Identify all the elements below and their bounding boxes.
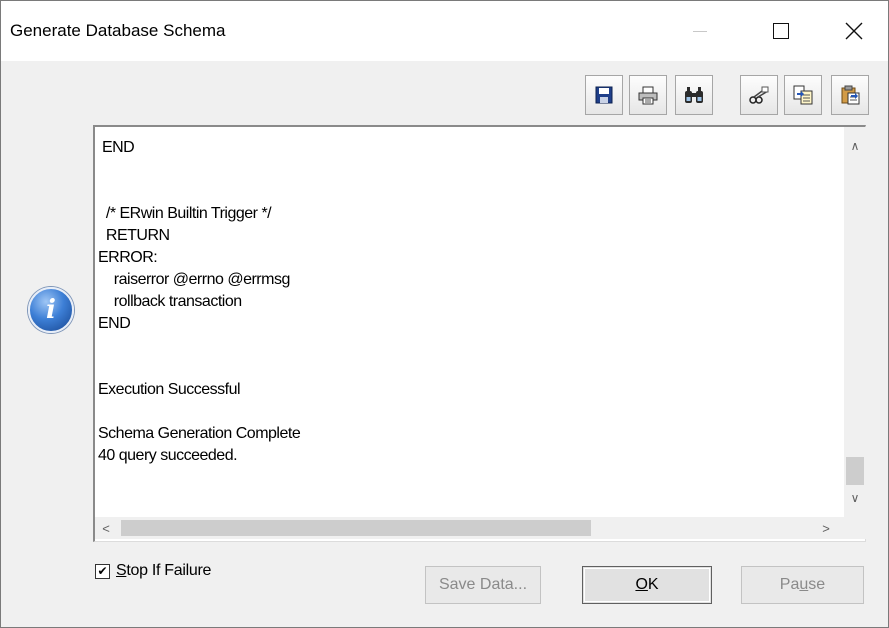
- log-line: Schema Generation Complete: [98, 425, 301, 442]
- scrollbar-corner: [844, 517, 866, 539]
- find-button[interactable]: [675, 75, 713, 115]
- log-line: raiserror @errno @errmsg: [98, 271, 291, 288]
- cut-button[interactable]: [740, 75, 778, 115]
- minimize-button: [677, 1, 723, 61]
- copy-icon: [793, 85, 813, 105]
- log-line: rollback transaction: [98, 293, 242, 310]
- log-line: /* ERwin Builtin Trigger */: [98, 205, 272, 222]
- stop-if-failure-mnemonic: S: [116, 562, 127, 579]
- log-line: 40 query succeeded.: [98, 447, 238, 464]
- dialog-window: Generate Database Schema i END /* ERwin …: [0, 0, 889, 628]
- close-button[interactable]: [831, 1, 877, 61]
- print-log-button[interactable]: [629, 75, 667, 115]
- info-glyph: i: [46, 295, 56, 325]
- info-icon: i: [28, 287, 74, 333]
- ok-label-rest: K: [647, 576, 659, 593]
- pause-label: Pause: [780, 576, 825, 594]
- scroll-left-button[interactable]: <: [95, 517, 117, 539]
- chevron-left-icon: <: [102, 520, 110, 536]
- cut-icon: [749, 86, 769, 104]
- ok-button[interactable]: OK: [582, 566, 712, 604]
- copy-button[interactable]: [784, 75, 822, 115]
- log-text: END /* ERwin Builtin Trigger */ RETURN ER…: [98, 137, 838, 502]
- save-icon: [595, 86, 613, 104]
- checkmark-icon: ✔: [97, 564, 108, 578]
- stop-if-failure-label-rest: top If Failure: [126, 562, 212, 579]
- save-data-label: Save Data...: [438, 576, 528, 593]
- minimize-icon: [693, 30, 707, 32]
- horizontal-scroll-thumb[interactable]: [121, 520, 591, 536]
- vertical-scrollbar[interactable]: ∧ ∨: [844, 127, 866, 517]
- stop-if-failure-checkbox[interactable]: ✔: [95, 563, 110, 579]
- log-line: END: [98, 139, 135, 156]
- log-line: END: [98, 315, 131, 332]
- log-line: ERROR:: [98, 249, 158, 266]
- ok-label: OK: [635, 576, 658, 594]
- horizontal-scrollbar[interactable]: < >: [95, 517, 844, 539]
- log-output[interactable]: END /* ERwin Builtin Trigger */ RETURN ER…: [93, 125, 866, 542]
- chevron-down-icon: ∨: [850, 491, 860, 505]
- scroll-up-button[interactable]: ∧: [844, 135, 866, 157]
- title-bar[interactable]: Generate Database Schema: [1, 1, 888, 61]
- scroll-right-button[interactable]: >: [815, 517, 837, 539]
- pause-label-post: se: [808, 576, 826, 593]
- stop-if-failure-option[interactable]: ✔ Stop If Failure: [95, 562, 211, 580]
- vertical-scroll-thumb[interactable]: [846, 457, 864, 485]
- maximize-icon: [773, 23, 789, 39]
- stop-if-failure-label: Stop If Failure: [116, 562, 211, 580]
- print-icon: [638, 86, 658, 105]
- maximize-button[interactable]: [758, 1, 804, 61]
- pause-label-pre: Pa: [779, 576, 800, 593]
- find-icon: [685, 87, 703, 103]
- pause-button: Pause: [741, 566, 864, 604]
- scroll-down-button[interactable]: ∨: [844, 487, 866, 509]
- save-data-button: Save Data...: [425, 566, 541, 604]
- window-title: Generate Database Schema: [10, 21, 226, 40]
- paste-button[interactable]: [831, 75, 869, 115]
- chevron-up-icon: ∧: [850, 139, 860, 153]
- log-line: Execution Successful: [98, 381, 241, 398]
- close-icon: [845, 22, 863, 40]
- ok-mnemonic: O: [635, 576, 648, 593]
- save-log-button[interactable]: [585, 75, 623, 115]
- paste-icon: [841, 85, 860, 105]
- chevron-right-icon: >: [822, 520, 830, 536]
- pause-mnemonic: u: [799, 576, 809, 593]
- log-line: RETURN: [98, 227, 170, 244]
